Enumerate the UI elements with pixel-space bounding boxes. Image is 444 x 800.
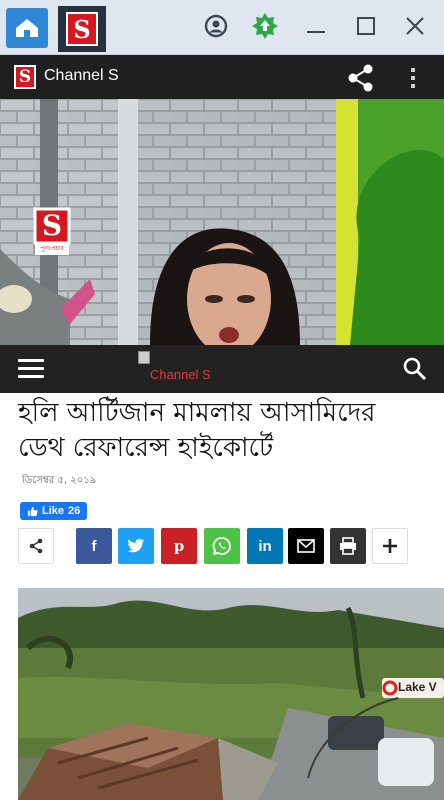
close-icon <box>406 17 424 35</box>
update-icon <box>252 13 278 39</box>
menu-button[interactable] <box>18 359 44 379</box>
linkedin-icon: in <box>258 537 272 555</box>
email-icon <box>297 539 315 553</box>
video-channel-logo: S পূনঃপ্রচার <box>32 207 72 257</box>
home-button[interactable] <box>6 8 48 48</box>
whatsapp-share-button[interactable] <box>204 528 240 564</box>
email-share-button[interactable] <box>288 528 324 564</box>
article-date: ডিসেম্বর ৫, ২০১৯ <box>22 475 97 486</box>
more-vert-icon <box>411 68 415 88</box>
video-logo-caption: পূনঃপ্রচার <box>40 245 64 252</box>
twitter-share-button[interactable] <box>118 528 154 564</box>
app-title: Channel S <box>44 67 119 84</box>
site-logo[interactable]: Channel S <box>138 351 211 382</box>
maximize-button[interactable] <box>352 12 380 40</box>
share-toggle-button[interactable] <box>18 528 54 564</box>
twitter-icon <box>127 538 145 553</box>
menu-icon <box>18 359 44 362</box>
article-photo[interactable]: Lake V <box>18 588 444 800</box>
more-options-button[interactable] <box>404 63 422 93</box>
maximize-icon <box>357 17 375 35</box>
like-count: 26 <box>68 505 81 517</box>
storm-damage-image <box>18 588 444 800</box>
broken-image-icon <box>138 351 150 364</box>
print-icon <box>340 537 356 555</box>
print-button[interactable] <box>330 528 366 564</box>
whatsapp-icon <box>212 537 231 556</box>
site-navbar: Channel S <box>0 345 444 393</box>
app-tab-channel-s[interactable]: S <box>58 6 106 52</box>
close-button[interactable] <box>401 12 429 40</box>
headline-line-2: ডেথ রেফারেন্স হাইকোর্টে <box>18 433 274 463</box>
pinterest-share-button[interactable]: p <box>161 528 197 564</box>
minimize-icon <box>307 31 325 33</box>
article-headline: হলি আর্টিজান মামলায় আসামিদের ডেথ রেফারে… <box>18 396 418 466</box>
like-label: Like <box>42 505 65 517</box>
home-icon <box>16 19 38 37</box>
channel-s-tab-logo: S <box>66 12 98 46</box>
account-button[interactable] <box>202 12 230 40</box>
share-button[interactable] <box>346 63 376 93</box>
app-bar: S Channel S <box>0 55 444 99</box>
search-button[interactable] <box>402 356 428 382</box>
minimize-button[interactable] <box>302 12 330 40</box>
search-icon <box>403 357 427 381</box>
facebook-share-button[interactable]: f <box>76 528 112 564</box>
facebook-like-button[interactable]: Like 26 <box>20 502 88 520</box>
share-small-icon <box>29 538 43 554</box>
video-logo-letter: S <box>41 209 63 242</box>
headline-line-1: হলি আর্টিজান মামলায় আসামিদের <box>18 398 376 428</box>
emulator-titlebar: S <box>0 0 444 55</box>
account-icon <box>204 14 228 38</box>
update-button[interactable] <box>251 12 279 40</box>
video-player[interactable]: S পূনঃপ্রচার <box>0 99 444 345</box>
channel-s-logo: S <box>14 65 36 89</box>
plus-icon <box>383 539 397 553</box>
pinterest-icon: p <box>173 537 185 555</box>
facebook-icon: f <box>91 537 97 555</box>
more-share-button[interactable] <box>372 528 408 564</box>
photo-sign-text: Lake V <box>398 680 437 694</box>
share-icon <box>348 64 373 92</box>
site-logo-alt-text: Channel S <box>150 367 211 382</box>
linkedin-share-button[interactable]: in <box>247 528 283 564</box>
thumbs-up-icon <box>27 506 38 516</box>
